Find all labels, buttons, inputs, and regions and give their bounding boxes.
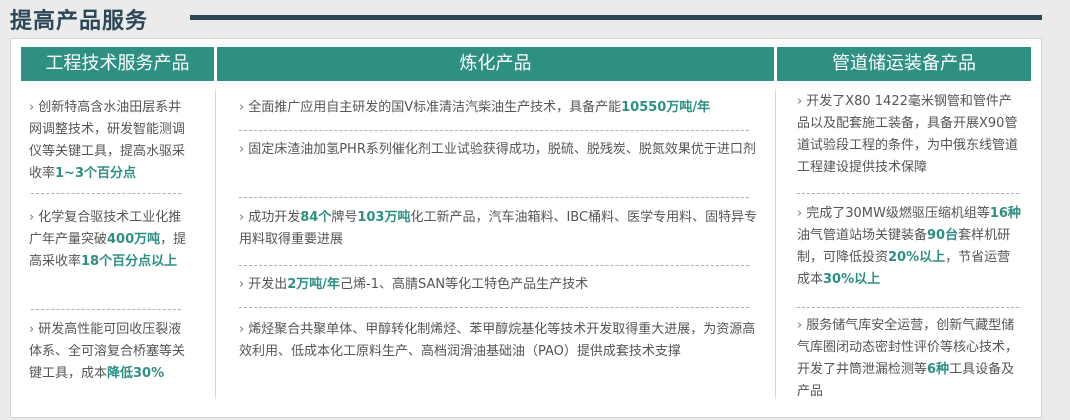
item-text: 开发出 (248, 277, 288, 292)
chevron-right-icon: › (797, 206, 803, 221)
item-separator (31, 193, 181, 194)
list-item: › 成功开发84个牌号103万吨化工新产品，汽车油箱料、IBC桶料、医学专用料、固… (239, 207, 759, 251)
list-item: › 完成了30MW级燃驱压缩机组等16种油气管道站场关键装备90台套样机研制，可降… (797, 203, 1022, 291)
products-panel: 工程技术服务产品 炼化产品 管道储运装备产品 › 创新特高含水油田层系井网调整技术… (10, 38, 1042, 418)
item-text: 己烯-1、高腈SAN等化工特色产品生产技术 (340, 277, 589, 292)
highlight-value: 降低30% (107, 366, 165, 381)
chevron-right-icon: › (239, 142, 245, 157)
highlight-value: 20%以上 (888, 250, 946, 265)
column-header-engineering: 工程技术服务产品 (21, 47, 214, 81)
chevron-right-icon: › (29, 322, 35, 337)
item-separator (239, 265, 749, 266)
section-header: 提高产品服务 (0, 0, 1070, 36)
title-rule (190, 15, 1042, 20)
chevron-right-icon: › (239, 210, 245, 225)
list-item: › 化学复合驱技术工业化推广年产量突破400万吨，提高采收率18个百分点以上 (29, 207, 189, 273)
item-text: 成功开发 (248, 210, 301, 225)
list-item: › 开发了X80 1422毫米钢管和管件产品以及配套施工装备，具备开展X90管道试… (797, 91, 1022, 179)
item-text: 完成了30MW级燃驱压缩机组等 (806, 206, 990, 221)
item-text: 油气管道站场关键装备 (797, 228, 928, 243)
highlight-value: 1~3个百分点 (55, 166, 136, 181)
list-item: › 烯烃聚合共聚单体、甲醇转化制烯烃、苯甲醇烷基化等技术开发取得重大进展，为资源高… (239, 319, 759, 363)
chevron-right-icon: › (239, 277, 245, 292)
column-divider (215, 89, 216, 399)
column-header-pipeline: 管道储运装备产品 (777, 47, 1031, 81)
list-item: › 固定床渣油加氢PHR系列催化剂工业试验获得成功，脱硫、脱残炭、脱氮效果优于进口… (239, 139, 759, 161)
item-text: 固定床渣油加氢PHR系列催化剂工业试验获得成功，脱硫、脱残炭、脱氮效果优于进口剂 (248, 142, 756, 157)
highlight-value: 400万吨 (107, 232, 161, 247)
item-text: 烯烃聚合共聚单体、甲醇转化制烯烃、苯甲醇烷基化等技术开发取得重大进展，为资源高效… (239, 322, 756, 359)
chevron-right-icon: › (29, 210, 35, 225)
chevron-right-icon: › (239, 100, 245, 115)
highlight-value: 6种 (927, 362, 950, 377)
section-title: 提高产品服务 (10, 9, 149, 34)
highlight-value: 2万吨/年 (287, 277, 341, 292)
chevron-right-icon: › (239, 322, 245, 337)
item-text: 全面推广应用自主研发的国Ⅴ标准清洁汽柴油生产技术，具备产能 (248, 100, 622, 115)
item-separator (239, 130, 749, 131)
highlight-value: 84个 (300, 210, 332, 225)
item-separator (239, 307, 749, 308)
highlight-value: 90台 (927, 228, 959, 243)
item-separator (797, 193, 1019, 194)
highlight-value: 18个百分点以上 (81, 254, 178, 269)
list-item: › 开发出2万吨/年己烯-1、高腈SAN等化工特色产品生产技术 (239, 274, 759, 296)
list-item: › 全面推广应用自主研发的国Ⅴ标准清洁汽柴油生产技术，具备产能10550万吨/年 (239, 97, 759, 119)
item-text: 开发了X80 1422毫米钢管和管件产品以及配套施工装备，具备开展X90管道试验… (797, 94, 1019, 175)
chevron-right-icon: › (29, 100, 35, 115)
highlight-value: 10550万吨/年 (621, 100, 711, 115)
column-header-refining: 炼化产品 (217, 47, 774, 81)
list-item: › 研发高性能可回收压裂液体系、全可溶复合桥塞等关键工具，成本降低30% (29, 319, 189, 385)
item-separator (239, 197, 749, 198)
highlight-value: 103万吨 (357, 210, 411, 225)
item-separator (797, 307, 1019, 308)
highlight-value: 30%以上 (823, 272, 881, 287)
item-separator (31, 309, 181, 310)
list-item: › 创新特高含水油田层系井网调整技术，研发智能测调仪等关键工具，提高水驱采收率1~… (29, 97, 189, 185)
highlight-value: 16种 (989, 206, 1021, 221)
chevron-right-icon: › (797, 318, 803, 333)
item-text: 牌号 (331, 210, 358, 225)
list-item: › 服务储气库安全运营，创新气藏型储气库圈闭动态密封性评价等核心技术，开发了井筒泄… (797, 315, 1022, 403)
chevron-right-icon: › (797, 94, 803, 109)
column-divider (775, 89, 776, 399)
